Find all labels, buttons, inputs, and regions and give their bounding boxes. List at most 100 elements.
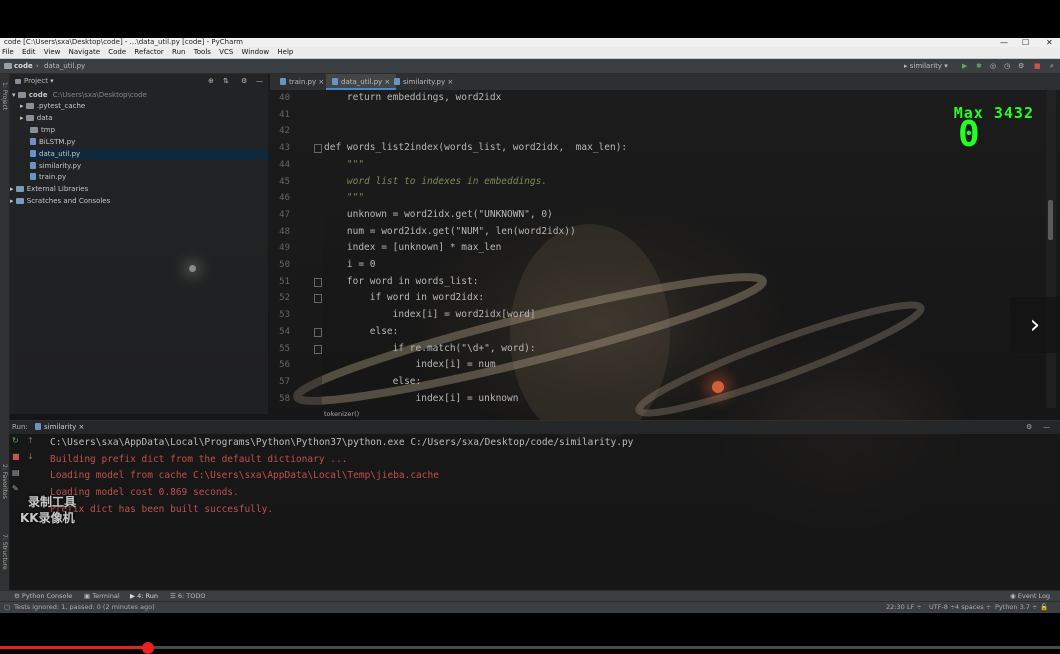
project-tool-tab[interactable]: 1: Project: [1, 82, 8, 110]
line-number: 52: [279, 293, 290, 304]
window-title: code [C:\Users\sxa\Desktop\code] - ...\d…: [4, 38, 243, 46]
structure-tool-tab[interactable]: 7: Structure: [1, 534, 8, 570]
next-arrow-button[interactable]: ›: [1010, 297, 1060, 353]
fold-marker-icon[interactable]: [314, 327, 322, 337]
build-icon[interactable]: ⚙: [1018, 59, 1024, 73]
scroll-down-icon[interactable]: ↓: [27, 452, 34, 461]
editor-scrollbar[interactable]: [1046, 90, 1056, 408]
close-tab-icon[interactable]: ×: [318, 78, 324, 86]
line-separator[interactable]: LF ÷: [907, 602, 922, 613]
pin-icon[interactable]: ✎: [12, 484, 19, 493]
lock-icon[interactable]: 🔓: [1040, 602, 1048, 613]
terminal-label: Terminal: [92, 592, 120, 600]
rerun-icon[interactable]: ↻: [12, 436, 19, 445]
breadcrumb-file[interactable]: data_util.py: [44, 59, 85, 73]
scrollbar-thumb[interactable]: [1048, 200, 1053, 240]
run-config-label: similarity: [909, 62, 943, 70]
menu-run[interactable]: Run: [172, 48, 185, 56]
line-number: 46: [279, 193, 290, 204]
python-file-icon: [30, 173, 36, 180]
menu-file[interactable]: File: [2, 48, 14, 56]
minimize-button[interactable]: —: [1000, 38, 1008, 47]
python-interpreter[interactable]: Python 3.7 ÷: [995, 602, 1037, 613]
line-number: 42: [279, 126, 290, 137]
coverage-icon[interactable]: ◎: [990, 59, 996, 73]
tree-item-data-util[interactable]: data_util.py: [30, 149, 268, 160]
run-config-tab[interactable]: similarity ×: [35, 421, 84, 434]
editor-breadcrumb: tokenizer(): [270, 408, 1060, 420]
tree-item-label: BiLSTM.py: [39, 138, 76, 146]
menu-help[interactable]: Help: [277, 48, 293, 56]
run-settings-icon[interactable]: ⚙: [1026, 421, 1032, 434]
code-editor[interactable]: return embeddings, word2idx def words_lis…: [324, 90, 1024, 408]
tree-root[interactable]: ▾ code C:\Users\sxa\Desktop\code: [12, 90, 147, 101]
menu-tools[interactable]: Tools: [194, 48, 211, 56]
debug-icon[interactable]: ✱: [976, 59, 982, 73]
breadcrumb-root[interactable]: code: [14, 59, 33, 73]
caret-position[interactable]: 22:30: [886, 602, 905, 613]
status-bar: ▢ Tests ignored: 1, passed: 0 (2 minutes…: [0, 601, 1060, 613]
menu-vcs[interactable]: VCS: [219, 48, 233, 56]
tree-item-data[interactable]: ▸ data: [20, 113, 53, 124]
todo-label: 6: TODO: [177, 592, 206, 600]
collapse-icon[interactable]: ⇅: [223, 74, 229, 88]
indent-setting[interactable]: 4 spaces ÷: [955, 602, 991, 613]
tree-item-similarity[interactable]: similarity.py: [30, 161, 81, 172]
project-header-label: Project: [24, 77, 48, 85]
code-line: return embeddings, word2idx: [324, 92, 502, 103]
search-icon[interactable]: ⌕: [1050, 59, 1054, 73]
video-scrubber[interactable]: [142, 642, 155, 654]
breadcrumb-separator: ›: [36, 62, 39, 70]
run-config-select[interactable]: ▸ similarity ▾: [904, 59, 948, 73]
stop-run-icon[interactable]: ■: [12, 452, 20, 461]
line-number: 51: [279, 276, 290, 287]
tab-data-util[interactable]: data_util.py ×: [326, 74, 397, 90]
menu-view[interactable]: View: [44, 48, 61, 56]
tree-item-label: data: [36, 114, 53, 122]
menu-refactor[interactable]: Refactor: [134, 48, 163, 56]
python-file-icon: [280, 78, 286, 85]
tree-item-train[interactable]: train.py: [30, 172, 66, 183]
chevron-right-icon: ▸: [20, 102, 24, 110]
maximize-button[interactable]: ☐: [1022, 38, 1029, 47]
tree-item-pytest-cache[interactable]: ▸ .pytest_cache: [20, 101, 85, 112]
close-button[interactable]: ✕: [1046, 38, 1053, 47]
fold-marker-icon[interactable]: [314, 294, 322, 304]
tree-item-bilstm[interactable]: BiLSTM.py: [30, 137, 75, 148]
menu-window[interactable]: Window: [242, 48, 270, 56]
function-breadcrumb[interactable]: tokenizer(): [324, 408, 359, 420]
project-view-select[interactable]: Project ▾: [15, 74, 54, 88]
status-message[interactable]: Tests ignored: 1, passed: 0 (2 minutes a…: [14, 602, 155, 613]
profile-icon[interactable]: ◷: [1004, 59, 1010, 73]
code-line: if word in word2idx:: [324, 292, 485, 304]
run-hide-icon[interactable]: —: [1043, 421, 1050, 434]
tree-item-scratches[interactable]: ▸ Scratches and Consoles: [10, 196, 110, 207]
menu-navigate[interactable]: Navigate: [69, 48, 100, 56]
tree-item-tmp[interactable]: tmp: [30, 125, 55, 136]
fold-marker-icon[interactable]: [314, 344, 322, 354]
tab-train[interactable]: train.py ×: [274, 74, 330, 90]
file-encoding[interactable]: UTF-8 ÷: [929, 602, 955, 613]
run-icon[interactable]: ▶: [962, 59, 967, 73]
hide-panel-icon[interactable]: —: [256, 74, 263, 88]
video-progress-track[interactable]: [0, 646, 1060, 649]
tab-similarity[interactable]: similarity.py ×: [388, 74, 459, 90]
stop-icon[interactable]: ■: [1034, 59, 1041, 73]
close-tab-icon[interactable]: ×: [447, 78, 453, 86]
scroll-up-icon[interactable]: ↑: [27, 436, 34, 445]
fold-marker-icon[interactable]: [314, 144, 322, 154]
fold-marker-icon[interactable]: [314, 277, 322, 287]
tab-label: train.py: [289, 78, 317, 86]
run-output-line: Loading model from cache C:\Users\sxa\Ap…: [50, 468, 439, 485]
favorites-tool-tab[interactable]: 2: Favorites: [1, 464, 8, 499]
python-file-icon: [35, 423, 41, 430]
run-output-line: Prefix dict has been built succesfully.: [50, 502, 273, 519]
layout-icon[interactable]: ▤: [12, 468, 20, 477]
settings-gear-icon[interactable]: ⚙: [241, 74, 247, 88]
line-number: 45: [279, 176, 290, 187]
chevron-right-icon: ▸: [20, 114, 24, 122]
menu-code[interactable]: Code: [108, 48, 126, 56]
tree-item-external-libraries[interactable]: ▸ External Libraries: [10, 184, 88, 195]
locate-icon[interactable]: ⊕: [208, 74, 214, 88]
menu-edit[interactable]: Edit: [22, 48, 36, 56]
